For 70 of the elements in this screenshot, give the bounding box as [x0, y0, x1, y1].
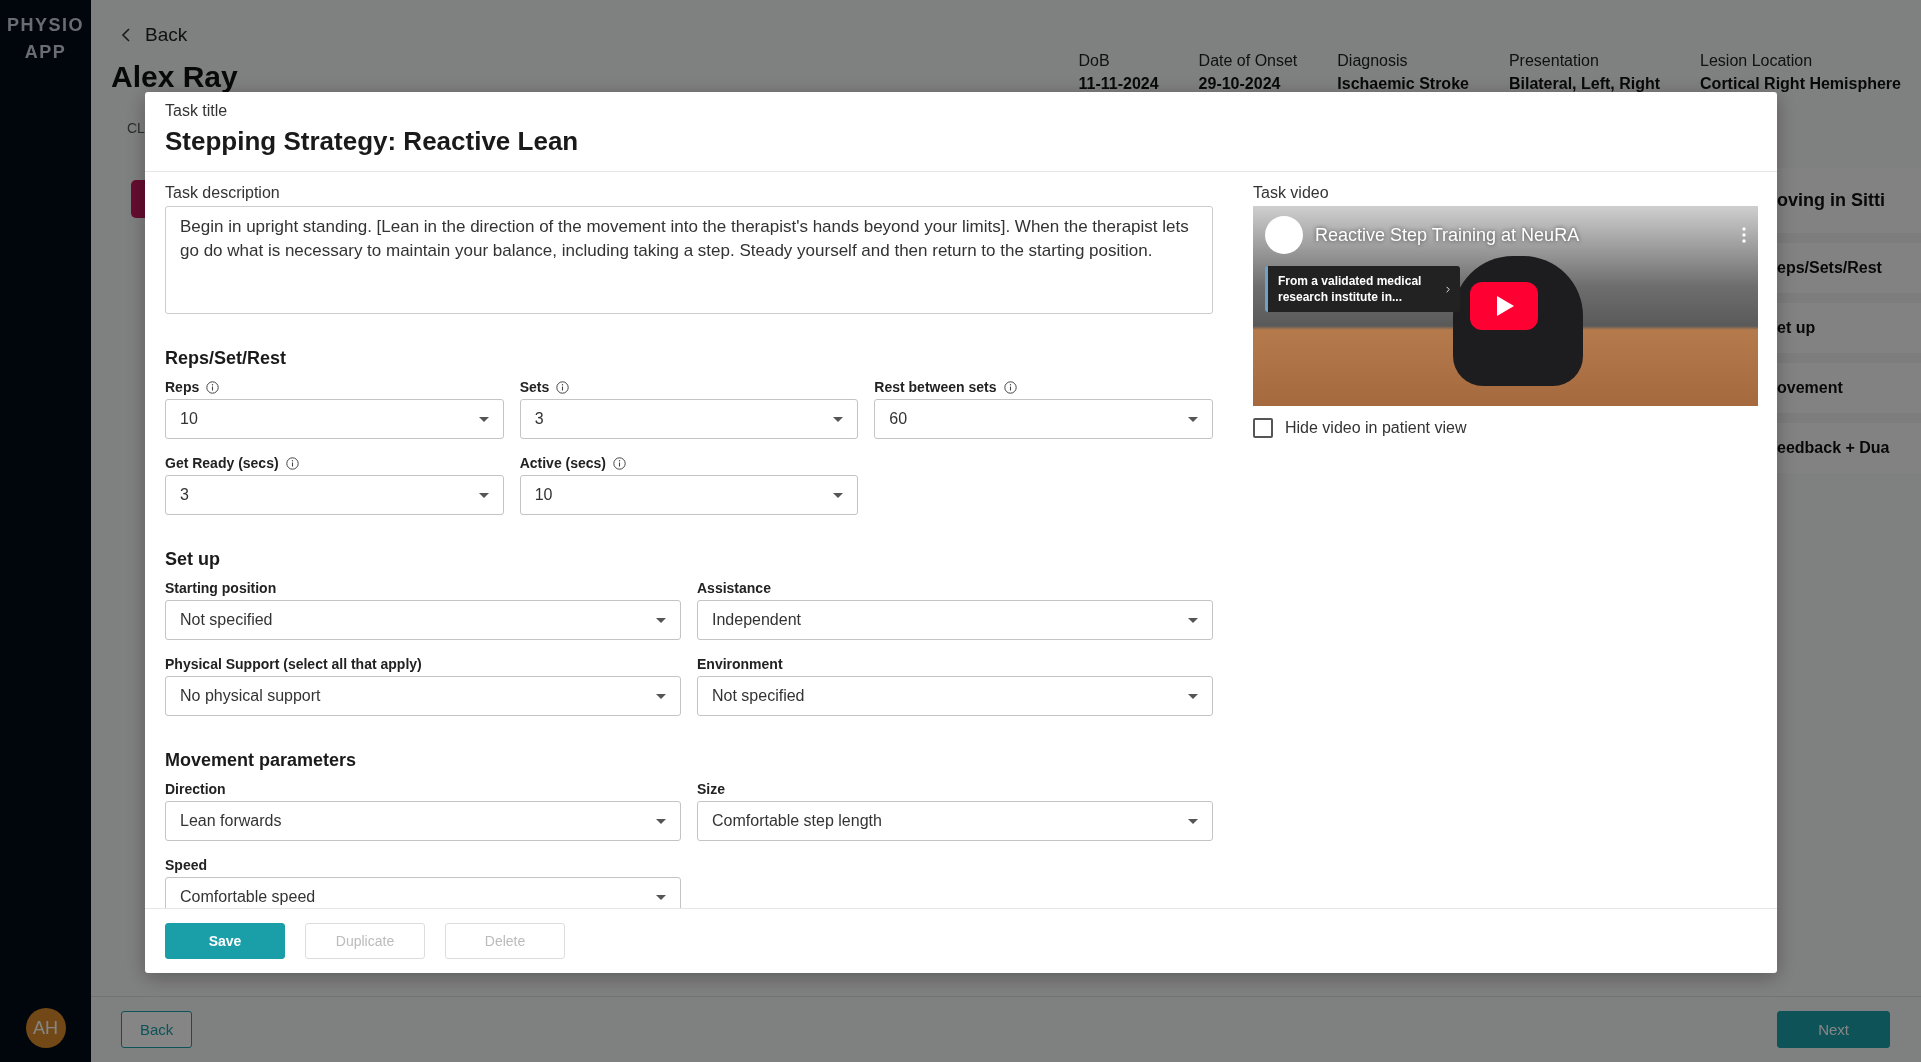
- dropdown-caret-icon: [833, 492, 844, 498]
- dropdown-caret-icon: [656, 693, 666, 699]
- info-icon[interactable]: [285, 456, 299, 470]
- dropdown-caret-icon: [1188, 818, 1198, 824]
- field-label: Task video: [1253, 184, 1330, 202]
- field-label: Physical Support (select all that apply): [165, 656, 422, 672]
- info-label: DoB: [1078, 52, 1111, 70]
- info-card[interactable]: From a validated medical research institute in...: [1265, 266, 1460, 312]
- field-label: Get Ready (secs): [165, 455, 279, 471]
- dropdown[interactable]: Not specified: [697, 676, 1213, 716]
- dropdown-caret-icon: [478, 492, 489, 498]
- video-player[interactable]: Reactive Step Training at NeuRA From a validated medical research institute in...: [1253, 206, 1758, 406]
- panel-title: oving in Sitti: [1777, 189, 1886, 212]
- dropdown[interactable]: Comfortable speed: [165, 877, 681, 908]
- info-value: 29-10-2024: [1198, 75, 1282, 93]
- section-heading: Set up: [165, 549, 221, 570]
- field-label: Active (secs): [519, 455, 607, 471]
- info-value: Cortical Right Hemisphere: [1700, 75, 1901, 93]
- dropdown[interactable]: No physical support: [165, 676, 681, 716]
- field-label: Environment: [697, 656, 783, 672]
- checkbox[interactable]: [1253, 418, 1273, 438]
- dropdown-caret-icon: [656, 617, 666, 623]
- dropdown-caret-icon: [1188, 617, 1198, 623]
- task-title: Stepping Strategy: Reactive Lean: [165, 126, 580, 157]
- description-field[interactable]: Begin in upright standing. [Lean in the direction of the movement into the therapist's hands beyond your limits]. When the therapist lets go do what is necessary to maintain your balance, including taking a step. Steady yourself and then return to the starting position.: [165, 206, 1213, 314]
- info-value: Ischaemic Stroke: [1337, 75, 1469, 93]
- info-value: 11-11-2024: [1078, 75, 1159, 93]
- info-label: Diagnosis: [1337, 52, 1409, 70]
- chevron-left-icon: [121, 28, 131, 42]
- dropdown[interactable]: 3: [165, 475, 504, 515]
- dropdown-caret-icon: [1188, 693, 1198, 699]
- field-label: Task title: [165, 102, 229, 120]
- dropdown-caret-icon: [478, 416, 489, 422]
- back-link[interactable]: Back: [111, 24, 188, 46]
- channel-avatar[interactable]: [1265, 216, 1303, 254]
- info-value: Bilateral, Left, Right: [1508, 75, 1661, 93]
- dropdown-caret-icon: [656, 894, 666, 900]
- field-label: Direction: [165, 781, 226, 797]
- play-button-icon[interactable]: [1470, 282, 1538, 330]
- dropdown[interactable]: Independent: [697, 600, 1213, 640]
- field-label: Speed: [165, 857, 207, 873]
- info-label: Lesion Location: [1700, 52, 1814, 70]
- dropdown[interactable]: Comfortable step length: [697, 801, 1213, 841]
- dropdown[interactable]: 3: [519, 399, 859, 439]
- field-label: Starting position: [165, 580, 277, 596]
- checkbox-label: Hide video in patient view: [1285, 419, 1467, 437]
- field-label: Sets: [519, 379, 550, 395]
- patient-name: Alex Ray: [111, 60, 238, 94]
- dropdown-caret-icon: [656, 818, 666, 824]
- dropdown[interactable]: 60: [874, 399, 1213, 439]
- field-label: Reps: [165, 379, 200, 395]
- info-icon[interactable]: [613, 456, 627, 470]
- info-label: Date of Onset: [1198, 52, 1298, 70]
- field-label: Size: [697, 781, 725, 797]
- info-label: Presentation: [1508, 52, 1600, 70]
- dropdown[interactable]: Lean forwards: [165, 801, 681, 841]
- field-label: Assistance: [697, 580, 771, 596]
- section-heading: Movement parameters: [165, 750, 358, 771]
- section-heading: Reps/Set/Rest: [165, 348, 288, 369]
- field-label: Rest between sets: [874, 379, 997, 395]
- info-icon[interactable]: [1003, 380, 1017, 394]
- dropdown[interactable]: 10: [519, 475, 859, 515]
- app-logo: PHYSIO APP: [7, 14, 84, 64]
- dropdown[interactable]: 10: [165, 399, 504, 439]
- dropdown-caret-icon: [833, 416, 844, 422]
- dropdown-caret-icon: [1188, 416, 1198, 422]
- info-icon[interactable]: [206, 380, 220, 394]
- info-icon[interactable]: [556, 380, 570, 394]
- dropdown[interactable]: Not specified: [165, 600, 681, 640]
- field-label: Task description: [165, 184, 281, 202]
